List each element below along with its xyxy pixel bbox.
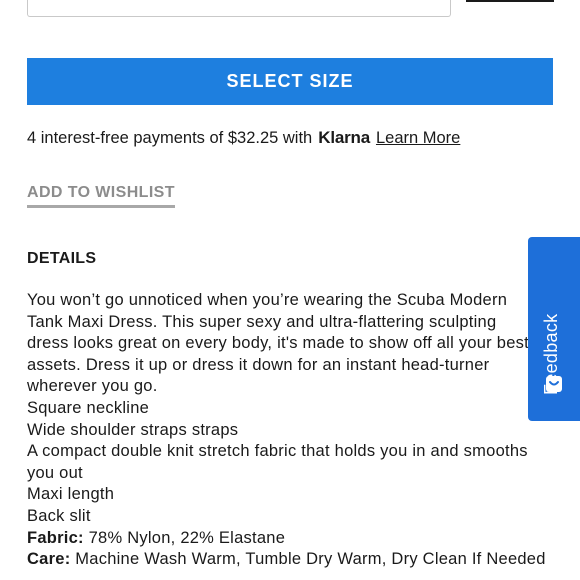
smiley-chat-icon: [546, 376, 562, 392]
care-label: Care:: [27, 550, 71, 569]
feature-item: Back slit: [27, 506, 91, 525]
klarna-logo: Klarna: [318, 128, 370, 147]
add-to-wishlist-button[interactable]: ADD TO WISHLIST: [27, 184, 175, 208]
feature-item: A compact double knit stretch fabric tha…: [27, 442, 528, 482]
size-guide-link-underline[interactable]: [466, 0, 554, 2]
fabric-value: 78% Nylon, 22% Elastane: [88, 528, 286, 547]
care-line: Care: Machine Wash Warm, Tumble Dry Warm…: [27, 549, 557, 571]
fabric-line: Fabric: 78% Nylon, 22% Elastane: [27, 528, 557, 550]
feature-item: Square neckline: [27, 398, 150, 417]
klarna-payment-info: 4 interest-free payments of $32.25 with …: [27, 128, 460, 148]
feedback-tab[interactable]: Feedback: [528, 237, 580, 421]
care-value: Machine Wash Warm, Tumble Dry Warm, Dry …: [75, 550, 546, 569]
payment-text: 4 interest-free payments of $32.25 with: [27, 128, 313, 147]
feature-item: Maxi length: [27, 485, 115, 504]
feature-item: Wide shoulder straps straps: [27, 420, 239, 439]
details-heading: DETAILS: [27, 250, 97, 267]
fabric-label: Fabric:: [27, 528, 84, 547]
product-description: You won’t go unnoticed when you’re weari…: [27, 290, 557, 571]
size-dropdown-field[interactable]: [27, 0, 451, 17]
learn-more-link[interactable]: Learn More: [376, 129, 460, 148]
description-paragraph: You won’t go unnoticed when you’re weari…: [27, 291, 529, 396]
select-size-button[interactable]: SELECT SIZE: [27, 58, 553, 105]
